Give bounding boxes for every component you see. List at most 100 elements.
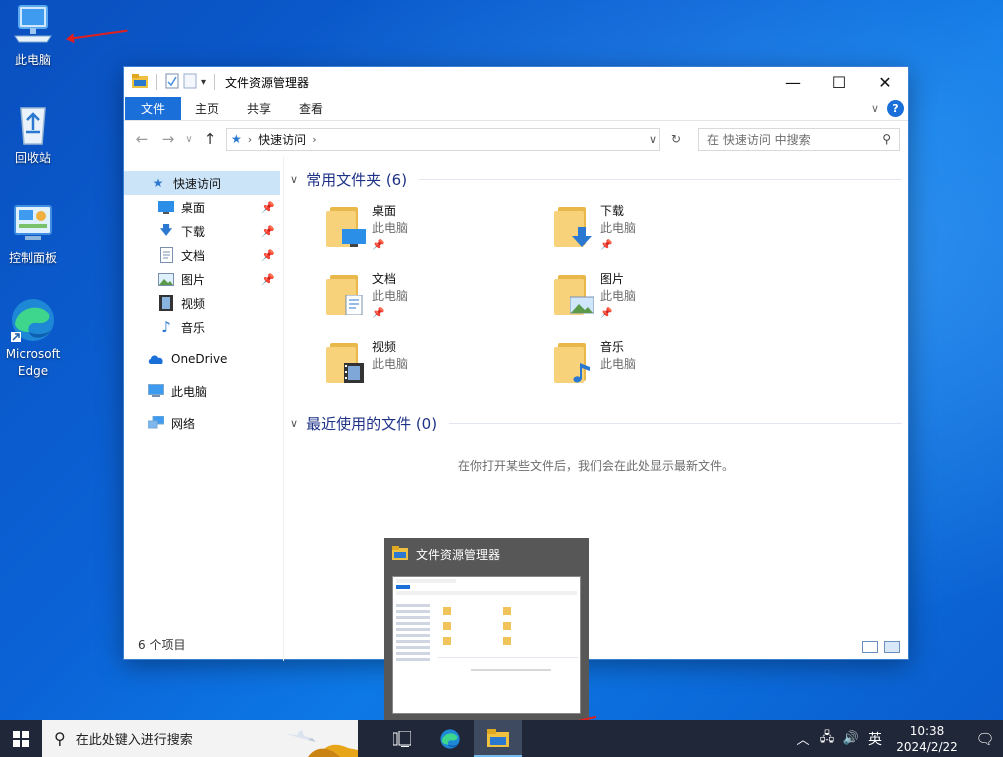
nav-label: 音乐 <box>181 320 206 335</box>
title-bar[interactable]: ▾ 文件资源管理器 — ☐ ✕ <box>124 67 908 97</box>
computer-icon <box>9 2 57 50</box>
input-method-indicator[interactable]: 英 <box>863 729 887 749</box>
nav-item-downloads[interactable]: 🡇 下载 📌 <box>124 219 283 243</box>
window-controls: — ☐ ✕ <box>770 67 908 97</box>
frequent-folders-grid: 桌面 此电脑 📌 下载 此电脑 📌 文档 此电脑 📌 图片 此电脑 📌 视频 此… <box>290 191 902 387</box>
address-dropdown-icon[interactable]: ∨ <box>649 133 657 146</box>
task-view-button[interactable] <box>378 720 426 757</box>
folder-location: 此电脑 <box>600 357 637 371</box>
folder-tile-downloads[interactable]: 下载此电脑 📌 <box>554 203 782 251</box>
nav-item-desktop[interactable]: 桌面 📌 <box>124 195 283 219</box>
taskbar-thumbnail-preview[interactable]: 文件资源管理器 <box>384 538 589 720</box>
breadcrumb-chevron[interactable]: › <box>312 133 316 146</box>
help-button[interactable]: ? <box>887 100 904 117</box>
taskbar-explorer-button[interactable] <box>474 720 522 757</box>
back-arrow-icon[interactable]: ← <box>132 130 152 148</box>
collapse-chevron-icon: ∨ <box>290 416 299 430</box>
folder-location: 此电脑 <box>372 221 409 235</box>
windows-logo-icon <box>13 730 29 747</box>
close-button[interactable]: ✕ <box>862 67 908 97</box>
navigation-pane: ★ 快速访问 桌面 📌 🡇 下载 📌 文档 📌 图片 📌 视频 ♪ 音乐 One… <box>124 157 284 661</box>
properties-icon[interactable] <box>165 73 179 92</box>
desktop-icon-label: 控制面板 <box>8 251 57 265</box>
quick-access-toolbar: ▾ <box>132 73 219 92</box>
nav-item-onedrive[interactable]: OneDrive <box>124 347 283 371</box>
tab-share[interactable]: 共享 <box>233 97 285 120</box>
up-arrow-icon[interactable]: ↑ <box>200 130 220 148</box>
thumbnail-title: 文件资源管理器 <box>416 547 501 562</box>
details-view-icon[interactable] <box>862 641 878 653</box>
folder-tile-documents[interactable]: 文档 此电脑 📌 <box>326 271 554 319</box>
folder-tile-pictures[interactable]: 图片 此电脑 📌 <box>554 271 782 319</box>
tab-view[interactable]: 查看 <box>285 97 337 120</box>
folder-tile-music[interactable]: 音乐 此电脑 <box>554 339 782 387</box>
nav-label: 图片 <box>181 272 206 287</box>
folder-name: 下载 <box>600 204 625 218</box>
recent-locations-icon[interactable]: ∨ <box>184 134 194 145</box>
pin-icon[interactable]: 📌 <box>261 249 275 262</box>
search-icon: ⚲ <box>54 729 66 748</box>
clock-date: 2024/2/22 <box>896 739 958 754</box>
maximize-button[interactable]: ☐ <box>816 67 862 97</box>
nav-item-this-pc[interactable]: 此电脑 <box>124 379 283 403</box>
pin-icon[interactable]: 📌 <box>261 273 275 286</box>
annotation-arrow <box>67 29 128 40</box>
folder-name: 音乐 <box>600 340 625 354</box>
folder-desktop-icon <box>326 203 366 247</box>
address-row: ← → ∨ ↑ ★ › 快速访问 › ∨ ↻ 在 快速访问 中搜索 ⚲ <box>124 121 908 157</box>
search-input[interactable]: 在 快速访问 中搜索 ⚲ <box>698 127 900 151</box>
ribbon-right: ∨ ? <box>871 100 904 117</box>
desktop-icon-control-panel[interactable]: 控制面板 <box>0 200 66 267</box>
computer-icon <box>148 383 164 399</box>
pin-icon: 📌 <box>600 240 613 251</box>
pin-icon[interactable]: 📌 <box>261 225 275 238</box>
desktop-icon-label: Microsoft Edge <box>5 347 61 378</box>
nav-item-music[interactable]: ♪ 音乐 <box>124 315 283 339</box>
desktop-icon-this-pc[interactable]: 此电脑 <box>0 2 66 69</box>
tab-home[interactable]: 主页 <box>181 97 233 120</box>
nav-label: 桌面 <box>181 200 206 215</box>
collapse-chevron-icon: ∨ <box>290 172 299 186</box>
volume-icon[interactable]: 🔊 <box>839 731 863 746</box>
frequent-folders-header[interactable]: ∨ 常用文件夹 (6) <box>290 167 902 191</box>
document-icon <box>158 247 174 263</box>
desktop-icon-recycle-bin[interactable]: 回收站 <box>0 100 66 167</box>
new-folder-icon[interactable] <box>183 73 197 92</box>
nav-item-network[interactable]: 网络 <box>124 411 283 435</box>
explorer-folder-icon <box>487 728 509 747</box>
show-hidden-icons-chevron-icon[interactable]: ︿ <box>791 729 815 748</box>
nav-item-videos[interactable]: 视频 <box>124 291 283 315</box>
forward-arrow-icon[interactable]: → <box>158 130 178 148</box>
customize-toolbar-icon[interactable]: ▾ <box>201 77 206 88</box>
folder-video-icon <box>326 339 364 383</box>
clock[interactable]: 10:38 2024/2/22 <box>887 723 967 755</box>
breadcrumb-quick-access[interactable]: 快速访问 <box>258 131 306 148</box>
folder-tile-desktop[interactable]: 桌面 此电脑 📌 <box>326 203 554 251</box>
refresh-icon[interactable]: ↻ <box>666 132 686 146</box>
toolbar-divider <box>214 74 216 90</box>
pin-icon[interactable]: 📌 <box>261 201 275 214</box>
section-title: 常用文件夹 (6) <box>306 170 408 189</box>
taskbar-edge-button[interactable] <box>426 720 474 757</box>
notification-icon[interactable]: 🗨 <box>967 730 1003 748</box>
minimize-button[interactable]: — <box>770 67 816 97</box>
folder-download-icon <box>554 203 592 247</box>
network-icon[interactable]: 🖧 <box>815 728 839 750</box>
taskbar-search-box[interactable]: ⚲ 在此处键入进行搜索 <box>42 720 358 757</box>
nav-item-quick-access[interactable]: ★ 快速访问 <box>124 171 280 195</box>
pin-icon: 📌 <box>600 308 613 319</box>
desktop-icon-edge[interactable]: Microsoft Edge <box>0 296 66 380</box>
thumbnail-window-preview <box>392 576 581 714</box>
large-icons-view-icon[interactable] <box>884 641 900 653</box>
nav-item-pictures[interactable]: 图片 📌 <box>124 267 283 291</box>
folder-location: 此电脑 <box>600 289 637 303</box>
folder-location: 此电脑 <box>600 221 637 235</box>
desktop-icon-label: 回收站 <box>14 151 51 165</box>
expand-ribbon-icon[interactable]: ∨ <box>871 102 879 115</box>
nav-item-documents[interactable]: 文档 📌 <box>124 243 283 267</box>
start-button[interactable] <box>0 720 42 757</box>
folder-tile-videos[interactable]: 视频 此电脑 <box>326 339 554 387</box>
tab-file[interactable]: 文件 <box>125 97 182 120</box>
recent-files-header[interactable]: ∨ 最近使用的文件 (0) <box>290 411 902 435</box>
address-bar[interactable]: ★ › 快速访问 › ∨ <box>226 127 660 151</box>
